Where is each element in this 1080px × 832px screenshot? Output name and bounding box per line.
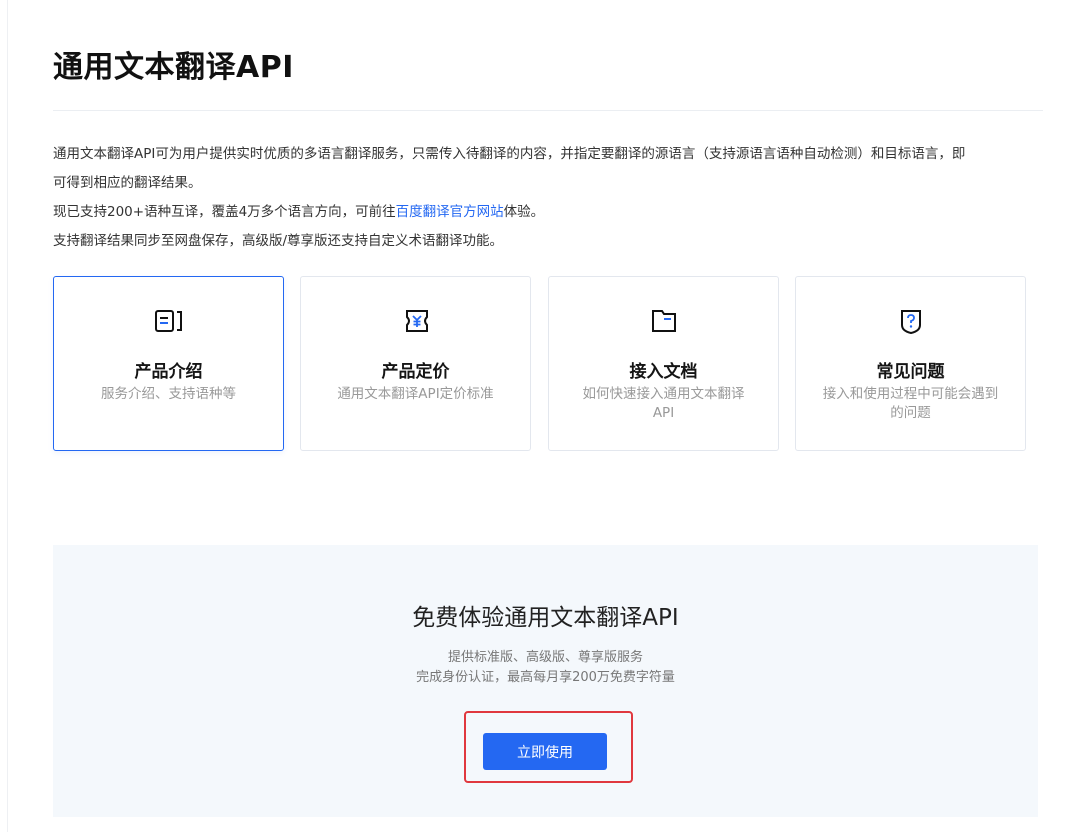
intro-line-2: 现已支持200+语种互译，覆盖4万多个语言方向，可前往百度翻译官方网站体验。 (53, 198, 1043, 227)
baidu-translate-link[interactable]: 百度翻译官方网站 (396, 204, 504, 220)
card-faq[interactable]: 常见问题 接入和使用过程中可能会遇到的问题 (795, 276, 1026, 451)
intro-line-1-wrap: 可得到相应的翻译结果。 (53, 175, 202, 191)
card-title: 产品定价 (381, 362, 450, 382)
card-desc: 如何快速接入通用文本翻译API (582, 386, 745, 421)
card-product-pricing[interactable]: 产品定价 通用文本翻译API定价标准 (300, 276, 531, 451)
title-divider (53, 110, 1043, 111)
promo-sub-line-1: 提供标准版、高级版、尊享版服务 (447, 650, 643, 665)
intro-text: 通用文本翻译API可为用户提供实时优质的多语言翻译服务，只需传入待翻译的内容，并… (53, 140, 1043, 256)
intro-line-2-text: 现已支持200+语种互译，覆盖4万多个语言方向，可前往 (53, 204, 396, 220)
intro-line-1: 通用文本翻译API可为用户提供实时优质的多语言翻译服务，只需传入待翻译的内容，并… (53, 146, 966, 162)
pricing-yen-icon (301, 308, 530, 336)
card-access-docs[interactable]: 接入文档 如何快速接入通用文本翻译API (548, 276, 779, 451)
card-title: 常见问题 (876, 362, 945, 382)
card-title: 接入文档 (629, 362, 698, 382)
product-intro-icon (54, 308, 283, 336)
free-trial-banner: 免费体验通用文本翻译API 提供标准版、高级版、尊享版服务 完成身份认证，最高每… (53, 545, 1038, 817)
card-title: 产品介绍 (134, 362, 203, 382)
page-title: 通用文本翻译API (53, 50, 294, 85)
card-desc: 服务介绍、支持语种等 (101, 386, 236, 402)
card-desc: 接入和使用过程中可能会遇到的问题 (822, 386, 999, 421)
intro-line-3: 支持翻译结果同步至网盘保存，高级版/尊享版还支持自定义术语翻译功能。 (53, 233, 504, 249)
card-product-intro[interactable]: 产品介绍 服务介绍、支持语种等 (53, 276, 284, 451)
document-folder-icon (549, 308, 778, 336)
left-border (7, 0, 8, 832)
question-shield-icon (796, 308, 1025, 336)
promo-title: 免费体验通用文本翻译API (412, 605, 679, 631)
intro-line-2-tail: 体验。 (503, 204, 545, 220)
use-now-button[interactable]: 立即使用 (483, 733, 607, 770)
promo-sub-line-2: 完成身份认证，最高每月享200万免费字符量 (416, 670, 675, 685)
card-desc: 通用文本翻译API定价标准 (337, 386, 494, 402)
promo-subtitle: 提供标准版、高级版、尊享版服务 完成身份认证，最高每月享200万免费字符量 (53, 648, 1038, 688)
